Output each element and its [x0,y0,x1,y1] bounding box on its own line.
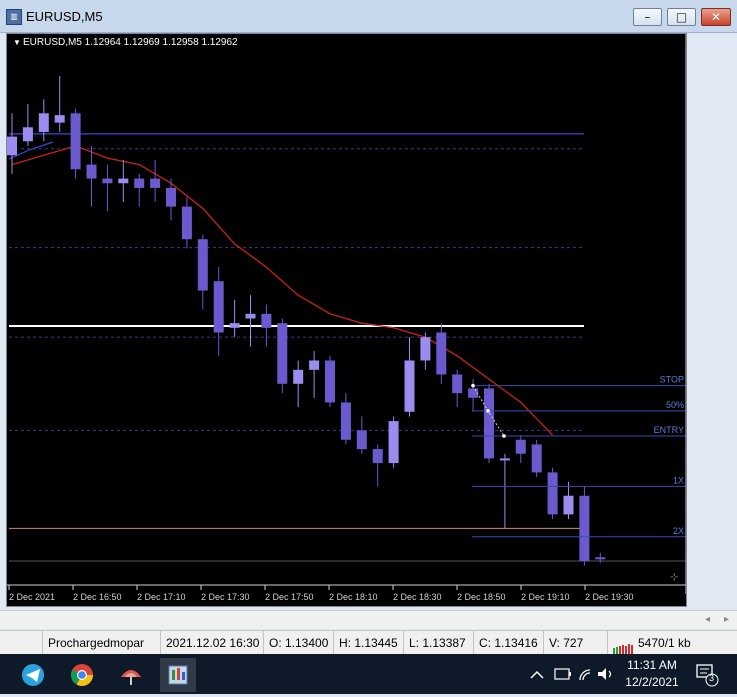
trade-point [502,434,506,438]
horizontal-scrollbar[interactable]: ◂ ▸ [0,610,737,629]
candle-body [118,178,129,184]
candle-body [595,557,606,560]
umbrella-app-icon[interactable] [113,658,149,692]
x-tick-label: 2 Dec 18:50 [457,592,506,602]
metatrader-icon: ▥ [6,9,22,25]
candle-body [134,178,145,188]
close-icon: ✕ [710,10,722,24]
candle-body [261,313,272,328]
notifications-button[interactable]: 3 [694,654,724,694]
candle-body [579,495,590,562]
notification-count: 3 [709,673,715,683]
title-bar: ▥ EURUSD,M5 – □ ✕ [0,0,737,33]
candle-body [38,113,49,132]
candle-body [325,360,335,403]
status-traffic: 5470/1 kb [607,631,737,656]
x-tick-label: 2 Dec 19:30 [585,592,634,602]
x-tick-label: 2 Dec 18:10 [329,592,378,602]
scroll-left-icon[interactable]: ◂ [705,614,710,625]
candle-body [468,388,479,398]
x-tick-label: 2 Dec 17:50 [265,592,314,602]
candle-body [563,495,574,515]
candle-body [70,113,81,170]
scroll-right-icon[interactable]: ▸ [724,614,729,625]
price-chart[interactable]: STOP50%ENTRY1X2X 1.134701.134351.134001.… [7,34,686,606]
maximize-button[interactable]: □ [667,8,696,26]
clock-time: 11:31 AM [627,658,677,672]
candle-body [54,115,65,123]
candle-body [213,281,224,333]
candle-body [531,444,542,473]
trade-point [486,409,490,413]
volume-icon [598,668,606,680]
candle-body [372,449,383,464]
candle-body [102,178,113,184]
metatrader-taskbar-icon[interactable] [160,658,196,692]
trade-level-label: 1X [673,475,684,485]
x-tick-label: 2 Dec 17:10 [137,592,186,602]
clock-date: 12/2/2021 [625,675,679,689]
minimize-icon: – [644,10,651,24]
traffic-text: 5470/1 kb [638,636,691,650]
minimize-button[interactable]: – [633,8,662,26]
show-hidden-icons-icon [530,670,544,679]
candle-body [499,458,510,461]
system-tray [528,654,618,694]
trade-level-label: ENTRY [654,425,684,435]
status-volume: V: 727 [543,631,607,655]
status-bar: Prochargedmopar 2021.12.02 16:30 O: 1.13… [0,630,737,656]
chart-menu-icon[interactable]: ▼ [13,38,21,47]
trade-point [471,383,475,388]
candle-body [277,323,288,384]
status-datetime: 2021.12.02 16:30 [160,631,264,655]
battery-icon [554,668,570,680]
x-tick-label: 2 Dec 18:30 [393,592,442,602]
candle-body [356,430,367,450]
candle-body [197,239,208,291]
x-tick-label: 2 Dec 16:50 [73,592,122,602]
candle-body [515,439,526,454]
candle-body [340,402,351,440]
candle-body [7,136,17,156]
candle-body [166,187,176,207]
window-title: EURUSD,M5 [26,9,103,24]
taskbar: 11:31 AM 12/2/2021 3 [0,654,737,694]
x-tick-label: 2 Dec 19:10 [521,592,570,602]
chart-window[interactable]: STOP50%ENTRY1X2X 1.134701.134351.134001.… [6,33,687,607]
candle-body [86,164,97,179]
candle-body [452,374,463,394]
telegram-icon[interactable] [15,658,51,692]
candle-body [436,332,447,375]
candle-body [150,178,161,188]
trade-level-label: 50% [666,400,684,410]
connection-bars-icon [613,632,634,656]
close-button[interactable]: ✕ [701,8,731,26]
chrome-icon[interactable] [64,658,100,692]
candle-body [309,360,320,370]
trade-level-label: STOP [660,375,684,385]
status-high: H: 1.13445 [333,631,404,655]
candle-body [229,323,240,328]
candle-body [420,337,431,361]
candle-body [293,369,304,384]
candle-body [484,388,494,459]
x-tick-label: 2 Dec 17:30 [201,592,250,602]
candle-body [181,206,192,240]
candle-body [547,472,558,515]
status-open: O: 1.13400 [263,631,333,655]
trade-level-label: 2X [673,526,684,536]
status-profile: Prochargedmopar [42,631,160,655]
candle-body [245,313,256,319]
status-close: C: 1.13416 [473,631,545,655]
candle-body [388,421,399,464]
drag-handle-icon[interactable]: ⊹ [670,572,678,583]
maximize-icon: □ [675,10,688,24]
status-low: L: 1.13387 [403,631,474,655]
chart-header: EURUSD,M5 1.12964 1.12969 1.12958 1.1296… [23,37,238,48]
taskbar-clock[interactable]: 11:31 AM 12/2/2021 [620,657,684,691]
candle-body [404,360,415,412]
candle-body [22,127,33,142]
x-tick-label: 2 Dec 2021 [9,592,55,602]
